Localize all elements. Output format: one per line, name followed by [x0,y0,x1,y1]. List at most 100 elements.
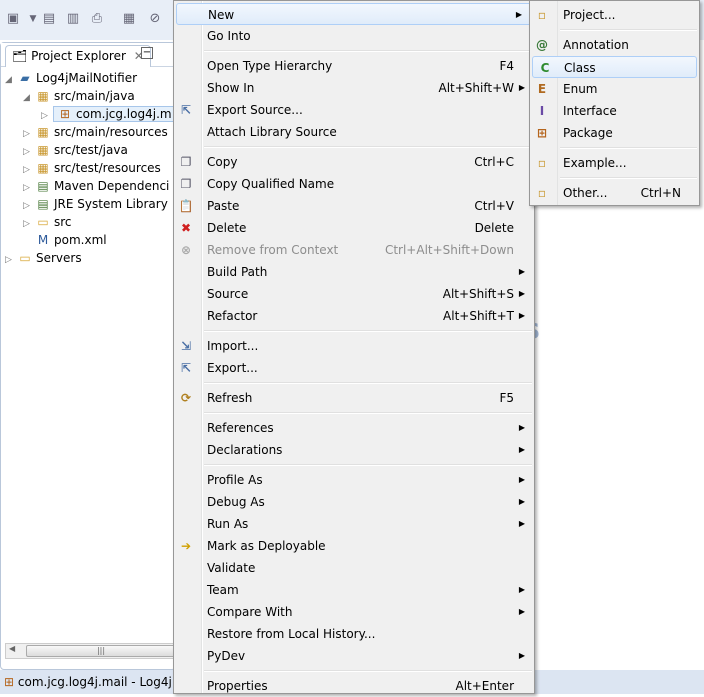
skip-breakpoints-icon[interactable]: ⊘ [146,10,164,28]
menu-item-declarations[interactable]: Declarations ▶ [174,439,534,461]
collapse-arrow-icon[interactable]: ◢ [23,89,35,107]
submenu-arrow-icon: ▶ [518,83,525,92]
horizontal-scrollbar[interactable]: ◀ ||| [5,643,176,659]
deployable-icon: ➔ [180,539,192,553]
tree-item[interactable]: ▷ ⊞ com.jcg.log4j.m [41,105,176,123]
menu-item-label: Team [207,583,239,597]
menu-separator [530,26,699,34]
collapse-arrow-icon[interactable]: ◢ [5,71,17,89]
menu-item-paste[interactable]: 📋 Paste Ctrl+V [174,195,534,217]
menu-item-copy-qualified-name[interactable]: ❐ Copy Qualified Name [174,173,534,195]
menu-item-project[interactable]: ▫ Project... [530,4,699,26]
menu-item-label: Profile As [207,473,263,487]
menu-item-team[interactable]: Team ▶ [174,579,534,601]
menu-item-label: References [207,421,274,435]
menu-item-references[interactable]: References ▶ [174,417,534,439]
tree-item[interactable]: ▷ ▦ src/main/resources [23,123,168,141]
tree-item-label: JRE System Library [54,197,168,211]
submenu-arrow-icon: ▶ [515,10,522,19]
menu-item-copy[interactable]: ❐ Copy Ctrl+C [174,151,534,173]
tree-item[interactable]: ◢ ▦ src/main/java [23,87,135,105]
menu-item-package[interactable]: ⊞ Package [530,122,699,144]
menu-item-label: Paste [207,199,240,213]
tree-item[interactable]: ▷ ▤ JRE System Library [23,195,168,213]
library-icon: ▤ [37,197,49,211]
tree-item[interactable]: ▷ ▦ src/test/resources [23,159,161,177]
export-source-icon: ⇱ [180,103,192,117]
menu-item-source[interactable]: Source Alt+Shift+S ▶ [174,283,534,305]
submenu-arrow-icon: ▶ [518,585,525,594]
menu-item-import[interactable]: ⇲ Import... [174,335,534,357]
menu-item-build-path[interactable]: Build Path ▶ [174,261,534,283]
menu-item-show-in[interactable]: Show In Alt+Shift+W ▶ [174,77,534,99]
menu-item-label: Package [563,126,613,140]
tree-item[interactable]: ▷ ▭ src [23,213,72,231]
collapse-all-icon[interactable]: − [141,47,153,59]
menu-item-delete[interactable]: ✖ Delete Delete [174,217,534,239]
menu-item-debug-as[interactable]: Debug As ▶ [174,491,534,513]
menu-item-label: Other... [563,186,608,200]
save-all-icon[interactable]: ▥ [64,10,82,28]
menu-item-other[interactable]: ▫ Other... Ctrl+N [530,182,699,204]
menu-item-pydev[interactable]: PyDev ▶ [174,645,534,667]
tree-item[interactable]: Mpom.xml [23,231,107,249]
tree-item-label: src/test/resources [54,161,161,175]
shortcut-label: Delete [474,221,514,235]
menu-item-label: Delete [207,221,247,235]
menu-item-label: PyDev [207,649,246,663]
menu-item-profile-as[interactable]: Profile As ▶ [174,469,534,491]
menu-item-label: Properties [207,679,268,693]
menu-item-export[interactable]: ⇱ Export... [174,357,534,379]
menu-item-remove-from-context[interactable]: ⊗ Remove from Context Ctrl+Alt+Shift+Down [174,239,534,261]
copy-icon: ❐ [180,155,192,169]
shortcut-label: F5 [499,391,514,405]
menu-item-example[interactable]: ▫ Example... [530,152,699,174]
menu-item-restore-from-local-history[interactable]: Restore from Local History... [174,623,534,645]
context-menu: New ▶ Go Into Open Type Hierarchy F4 Show In A… [173,0,535,694]
menu-item-label: Show In [207,81,255,95]
shortcut-label: Ctrl+C [474,155,514,169]
menu-item-go-into[interactable]: Go Into [174,25,534,47]
submenu-arrow-icon: ▶ [518,423,525,432]
import-icon: ⇲ [180,339,192,353]
menu-item-annotation[interactable]: @ Annotation [530,34,699,56]
menu-item-label: Build Path [207,265,268,279]
example-icon: ▫ [537,156,547,170]
source-folder-icon: ▦ [37,161,49,175]
save-icon[interactable]: ▤ [40,10,58,28]
menu-item-label: Export Source... [207,103,303,117]
tab-project-explorer[interactable]: 🗂 Project Explorer ✕ [5,45,151,67]
tree-item[interactable]: ▷ ▦ src/test/java [23,141,128,159]
menu-item-mark-as-deployable[interactable]: ➔ Mark as Deployable [174,535,534,557]
new-wizard-icon[interactable]: ▣ [4,10,22,28]
tree-item[interactable]: ▷ ▭ Servers [5,249,82,267]
menu-item-open-type-hierarchy[interactable]: Open Type Hierarchy F4 [174,55,534,77]
submenu-arrow-icon: ▶ [518,311,525,320]
menu-item-compare-with[interactable]: Compare With ▶ [174,601,534,623]
print-icon[interactable]: ⎙ [88,10,106,28]
menu-item-label: Interface [563,104,617,118]
menu-item-label: Example... [563,156,627,170]
menu-item-enum[interactable]: E Enum [530,78,699,100]
tree-item[interactable]: ▷ ▤ Maven Dependenci [23,177,169,195]
shortcut-label: Ctrl+V [474,199,514,213]
menu-item-run-as[interactable]: Run As ▶ [174,513,534,535]
menu-item-new[interactable]: New ▶ [176,3,532,25]
menu-item-interface[interactable]: I Interface [530,100,699,122]
menu-separator [530,144,699,152]
submenu-arrow-icon: ▶ [518,607,525,616]
expand-arrow-icon[interactable]: ▷ [5,251,17,269]
shortcut-label: Alt+Shift+S [442,287,514,301]
tree-item[interactable]: ◢ ▰ Log4jMailNotifier [5,69,137,87]
menu-item-validate[interactable]: Validate [174,557,534,579]
menu-item-label: Refactor [207,309,258,323]
menu-separator [174,409,534,417]
menu-item-refresh[interactable]: ⟳ Refresh F5 [174,387,534,409]
new-project-icon: ▫ [537,8,547,22]
binary-icon[interactable]: ▦ [120,10,138,28]
shortcut-label: F4 [499,59,514,73]
menu-item-refactor[interactable]: Refactor Alt+Shift+T ▶ [174,305,534,327]
menu-item-attach-library-source[interactable]: Attach Library Source [174,121,534,143]
menu-item-class[interactable]: C Class [532,56,697,78]
menu-item-export-source[interactable]: ⇱ Export Source... [174,99,534,121]
